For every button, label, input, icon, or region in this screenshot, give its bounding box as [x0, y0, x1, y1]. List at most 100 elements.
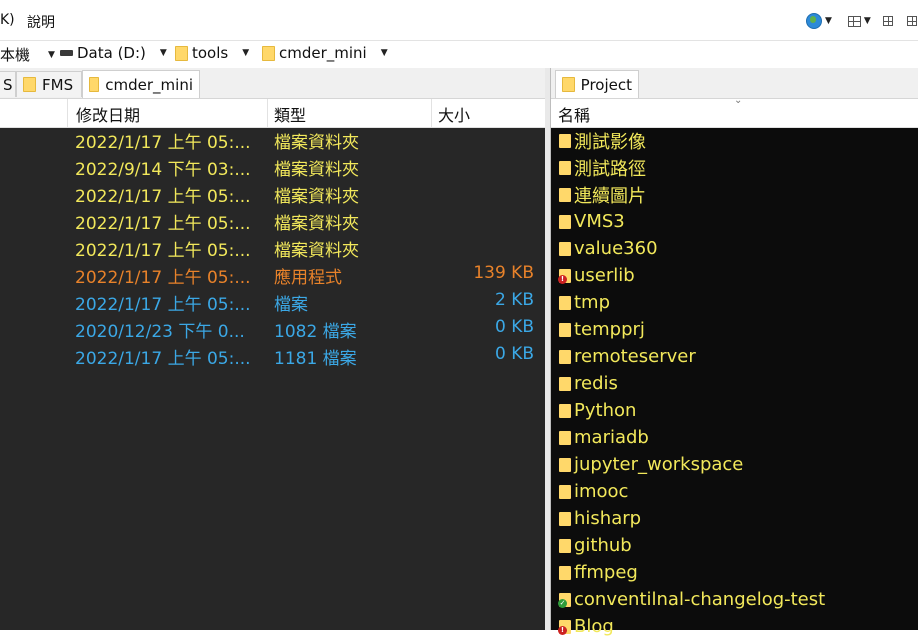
column-divider[interactable] [67, 99, 68, 127]
list-item[interactable]: VMS3 [559, 208, 625, 235]
menu-item-tools[interactable]: K) [0, 12, 15, 28]
list-item[interactable]: 測試路徑 [559, 154, 646, 181]
list-item[interactable]: conventilnal-changelog-test [558, 586, 825, 613]
breadcrumb-item-tools[interactable]: tools ▼ [175, 44, 249, 62]
item-name: imooc [574, 481, 629, 502]
item-name: hisharp [574, 508, 642, 529]
table-row[interactable]: 2022/1/17 上午 05:... 應用程式 139 KB [0, 262, 545, 289]
chevron-down-icon[interactable]: ▼ [242, 48, 249, 58]
chevron-down-icon[interactable]: ▼ [48, 50, 55, 60]
list-item[interactable]: ffmpeg [559, 559, 638, 586]
globe-icon[interactable] [806, 13, 822, 29]
item-name: 連續圖片 [574, 185, 646, 207]
row-size: 139 KB [473, 263, 534, 283]
item-name: remoteserver [574, 346, 696, 367]
table-row[interactable]: 2022/1/17 上午 05:... 1181 檔案 0 KB [0, 343, 545, 370]
folder-icon [559, 133, 571, 148]
item-name: jupyter_workspace [574, 454, 744, 475]
list-item[interactable]: tempprj [559, 316, 645, 343]
pane-icon[interactable] [882, 16, 893, 26]
row-date: 2022/1/17 上午 05:... [75, 241, 251, 261]
left-file-pane: S FMS cmder_mini 修改日期 類型 大小 2022/1/17 上午… [0, 68, 545, 630]
list-item[interactable]: hisharp [559, 505, 641, 532]
item-name: VMS3 [574, 211, 625, 232]
list-item[interactable]: github [559, 532, 632, 559]
folder-icon [559, 187, 571, 202]
folder-icon [559, 511, 571, 526]
table-row[interactable]: 2022/1/17 上午 05:... 檔案資料夾 [0, 208, 545, 235]
breadcrumb: 本機 ▼ Data (D:) ▼ tools ▼ cmder_mini ▼ [0, 41, 918, 67]
list-item[interactable]: mariadb [559, 424, 649, 451]
folder-icon [562, 77, 575, 92]
column-divider[interactable] [267, 99, 268, 127]
list-item[interactable]: value360 [559, 235, 658, 262]
list-item[interactable]: userlib [558, 262, 635, 289]
table-row[interactable]: 2022/9/14 下午 03:... 檔案資料夾 [0, 154, 545, 181]
item-name: redis [574, 373, 618, 394]
row-type: 檔案 [274, 295, 308, 315]
row-size: 0 KB [494, 317, 534, 337]
folder-icon [559, 295, 571, 310]
item-name: ffmpeg [574, 562, 638, 583]
tab-cmder-mini[interactable]: cmder_mini [82, 70, 200, 98]
chevron-down-icon[interactable]: ▼ [381, 48, 388, 58]
column-size[interactable]: 大小 [438, 102, 470, 126]
table-row[interactable]: 2022/1/17 上午 05:... 檔案資料夾 [0, 181, 545, 208]
menu-bar: K) 說明 ▼ ▼ [0, 0, 918, 41]
list-item[interactable]: 測試影像 [559, 127, 646, 154]
list-item[interactable]: Python [559, 397, 636, 424]
folder-ok-icon [558, 592, 571, 608]
list-item[interactable]: Blog [558, 613, 614, 640]
row-date: 2022/1/17 上午 05:... [75, 295, 251, 315]
folder-icon [89, 77, 100, 92]
tab-fms[interactable]: FMS [16, 71, 82, 97]
column-name[interactable]: 名稱 [558, 102, 590, 126]
tab-project[interactable]: Project [555, 70, 639, 98]
breadcrumb-label: tools [192, 44, 229, 62]
item-name: mariadb [574, 427, 649, 448]
list-item[interactable]: redis [559, 370, 618, 397]
column-type[interactable]: 類型 [274, 102, 306, 126]
row-type: 檔案資料夾 [274, 160, 359, 180]
left-tab-bar: S FMS cmder_mini [0, 68, 545, 99]
table-row[interactable]: 2020/12/23 下午 0... 1082 檔案 0 KB [0, 316, 545, 343]
chevron-down-icon[interactable]: ▼ [864, 16, 871, 26]
chevron-down-icon[interactable]: ▼ [160, 48, 167, 58]
tab-s[interactable]: S [0, 71, 16, 97]
list-item[interactable]: tmp [559, 289, 610, 316]
table-row[interactable]: 2022/1/17 上午 05:... 檔案 2 KB [0, 289, 545, 316]
breadcrumb-item-drive[interactable]: Data (D:) ▼ [60, 44, 167, 62]
row-type: 1082 檔案 [274, 322, 357, 342]
item-name: tmp [574, 292, 611, 313]
item-name: 測試影像 [574, 131, 646, 153]
right-file-pane: Project ⌄ 名稱 測試影像測試路徑連續圖片 VMS3 value360 use… [550, 68, 918, 637]
folder-icon [262, 45, 275, 61]
breadcrumb-item-cmder-mini[interactable]: cmder_mini ▼ [262, 44, 388, 62]
breadcrumb-label: cmder_mini [279, 44, 367, 62]
menu-item-help[interactable]: 說明 [27, 12, 55, 32]
breadcrumb-item-this-pc[interactable]: 本機 ▼ [0, 44, 55, 65]
table-row[interactable]: 2022/1/17 上午 05:... 檔案資料夾 [0, 235, 545, 262]
tab-label: Project [580, 75, 632, 94]
layout-grid-icon[interactable] [847, 15, 861, 27]
folder-icon [559, 457, 571, 472]
folder-icon [559, 160, 571, 175]
chevron-down-icon[interactable]: ▼ [825, 16, 832, 26]
item-name: Python [574, 400, 637, 421]
list-item[interactable]: jupyter_workspace [559, 451, 743, 478]
pane-icon[interactable] [906, 16, 917, 26]
item-name: value360 [574, 238, 658, 259]
row-size: 0 KB [494, 344, 534, 364]
list-item[interactable]: 連續圖片 [559, 181, 646, 208]
tab-label: FMS [42, 75, 74, 94]
column-divider[interactable] [431, 99, 432, 127]
row-type: 檔案資料夾 [274, 214, 359, 234]
column-date-modified[interactable]: 修改日期 [76, 102, 140, 126]
folder-icon [559, 241, 571, 256]
list-item[interactable]: remoteserver [559, 343, 696, 370]
folder-icon [559, 214, 571, 229]
left-column-header: 修改日期 類型 大小 [0, 99, 545, 128]
table-row[interactable]: 2022/1/17 上午 05:... 檔案資料夾 [0, 127, 545, 154]
list-item[interactable]: imooc [559, 478, 628, 505]
folder-icon [559, 403, 571, 418]
